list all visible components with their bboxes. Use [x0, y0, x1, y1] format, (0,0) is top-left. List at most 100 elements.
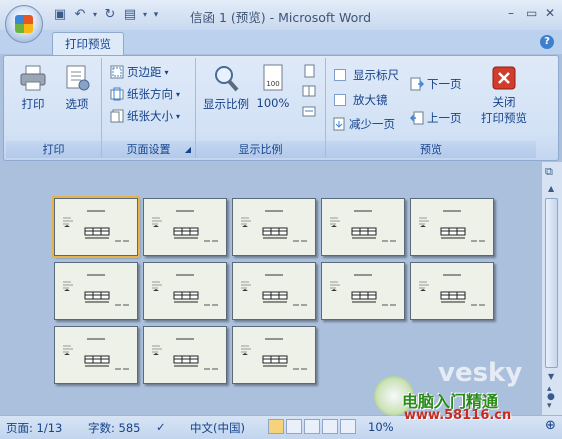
preview-page-thumbnail[interactable] [321, 198, 405, 256]
next-page-button[interactable]: 下一页 [410, 76, 462, 92]
prev-page-button[interactable]: 上一页 [409, 110, 462, 126]
hundred-percent-label: 100% [256, 96, 290, 110]
status-language[interactable]: 中文(中国) [190, 420, 245, 436]
close-preview-label-1: 关闭 [492, 95, 516, 109]
preview-page-thumbnail[interactable] [54, 326, 138, 384]
group-print-label: 打印 [6, 141, 101, 158]
size-button[interactable]: 纸张大小 ▾ [110, 108, 180, 124]
preview-page-thumbnail[interactable] [54, 262, 138, 320]
close-window-button[interactable]: ✕ [545, 6, 555, 20]
site-watermark: vesky 电脑入门精通 www.58116.cn [374, 358, 560, 426]
page-width-icon[interactable] [302, 104, 316, 118]
status-words[interactable]: 字数: 585 [88, 420, 140, 436]
svg-text:100: 100 [266, 80, 279, 88]
margins-button[interactable]: 页边距 ▾ [110, 64, 169, 80]
preview-page-thumbnail[interactable] [52, 196, 140, 258]
restore-button[interactable]: ▭ [526, 6, 537, 20]
preview-page-thumbnail[interactable] [232, 262, 316, 320]
magnifier-zoom-icon [212, 64, 240, 92]
status-page[interactable]: 页面: 1/13 [6, 420, 62, 436]
paper-size-icon [110, 109, 124, 123]
next-page-icon [410, 77, 425, 91]
ruler-toggle-icon[interactable]: ⧉ [545, 165, 553, 179]
save-icon[interactable]: ▣ [52, 7, 68, 23]
orientation-icon [110, 87, 124, 101]
ribbon: 打印 选项 打印 页边距 ▾ 纸张方向 ▾ 纸张大小 ▾ 页面设置 ◢ 显示比例… [3, 55, 559, 161]
office-button[interactable] [5, 5, 43, 43]
view-web-button[interactable] [304, 419, 320, 434]
preview-page-thumbnail[interactable] [410, 262, 494, 320]
group-zoom: 显示比例 100 100% 显示比例 [196, 58, 326, 158]
group-zoom-label: 显示比例 [196, 141, 325, 158]
qat-dropdown-icon[interactable]: ▾ [142, 7, 148, 23]
two-pages-icon[interactable] [302, 84, 316, 98]
print-button[interactable]: 打印 [12, 64, 54, 112]
printer-icon [19, 64, 47, 92]
view-draft-button[interactable] [340, 419, 356, 434]
group-preview: 显示标尺 放大镜 减少一页 下一页 上一页 关闭 打印预览 预览 [326, 58, 536, 158]
scroll-up-icon[interactable]: ▲ [548, 184, 554, 193]
undo-icon[interactable]: ↶ [72, 7, 88, 23]
close-preview-label-2: 打印预览 [481, 111, 527, 125]
show-ruler-check-icon [334, 69, 346, 81]
shrink-one-page-label: 减少一页 [349, 117, 395, 131]
help-icon[interactable]: ? [540, 35, 554, 49]
size-dropdown-icon: ▾ [176, 111, 181, 121]
margins-label: 页边距 [127, 65, 162, 79]
margins-dropdown-icon: ▾ [164, 67, 169, 77]
preview-page-thumbnail[interactable] [410, 198, 494, 256]
close-print-preview-button[interactable]: 关闭 打印预览 [476, 66, 532, 126]
group-page-setup: 页边距 ▾ 纸张方向 ▾ 纸张大小 ▾ 页面设置 ◢ [102, 58, 196, 158]
minimize-button[interactable]: – [508, 6, 514, 20]
magnifier-checkbox[interactable]: 放大镜 [334, 92, 388, 108]
options-button-label: 选项 [65, 97, 89, 111]
group-preview-label: 预览 [326, 141, 536, 158]
margins-icon [110, 65, 124, 79]
redo-icon[interactable]: ↻ [102, 7, 118, 23]
quick-access-toolbar: ▣ ↶ ▾ ↻ ▤ ▾ ▾ [52, 7, 160, 23]
view-outline-button[interactable] [322, 419, 338, 434]
magnifier-check-icon [334, 94, 346, 106]
preview-page-thumbnail[interactable] [321, 262, 405, 320]
orientation-label: 纸张方向 [127, 87, 173, 101]
preview-page-thumbnail[interactable] [143, 198, 227, 256]
window-title: 信函 1 (预览) - Microsoft Word [190, 10, 372, 25]
preview-page-thumbnail[interactable] [143, 326, 227, 384]
preview-page-thumbnail[interactable] [232, 198, 316, 256]
view-reading-button[interactable] [286, 419, 302, 434]
group-print: 打印 选项 打印 [6, 58, 102, 158]
office-logo-icon [15, 15, 33, 33]
preview-page-thumbnail[interactable] [232, 326, 316, 384]
close-preview-icon [492, 66, 516, 90]
shrink-one-page-button[interactable]: 减少一页 [332, 116, 395, 132]
next-page-label: 下一页 [427, 77, 462, 91]
group-page-setup-title: 页面设置 [126, 143, 171, 156]
zoom-button-label: 显示比例 [203, 97, 249, 111]
size-label: 纸张大小 [127, 109, 173, 123]
undo-dropdown-icon[interactable]: ▾ [92, 7, 98, 23]
show-ruler-checkbox[interactable]: 显示标尺 [334, 67, 399, 83]
print-preview-icon[interactable]: ▤ [122, 7, 138, 23]
group-page-setup-label: 页面设置 ◢ [102, 141, 195, 158]
watermark-url: www.58116.cn [404, 408, 512, 423]
orientation-dropdown-icon: ▾ [176, 89, 181, 99]
shrink-page-icon [332, 117, 346, 131]
tab-print-preview[interactable]: 打印预览 [52, 32, 124, 56]
options-button[interactable]: 选项 [56, 64, 98, 112]
prev-page-label: 上一页 [427, 111, 462, 125]
dialog-launcher-icon[interactable]: ◢ [185, 141, 191, 158]
show-ruler-label: 显示标尺 [353, 68, 399, 82]
proofing-icon[interactable]: ✓ [156, 420, 166, 434]
scroll-thumb[interactable] [545, 198, 558, 368]
magnifier-label: 放大镜 [353, 93, 388, 107]
view-print-layout-button[interactable] [268, 419, 284, 434]
options-icon [63, 64, 91, 92]
hundred-percent-button[interactable]: 100 100% [254, 64, 292, 110]
preview-page-thumbnail[interactable] [143, 262, 227, 320]
orientation-button[interactable]: 纸张方向 ▾ [110, 86, 180, 102]
one-page-icon[interactable] [302, 64, 316, 78]
previous-page-icon [409, 111, 424, 125]
print-button-label: 打印 [21, 97, 45, 111]
zoom-button[interactable]: 显示比例 [200, 64, 252, 112]
customize-qat-icon[interactable]: ▾ [152, 7, 160, 23]
